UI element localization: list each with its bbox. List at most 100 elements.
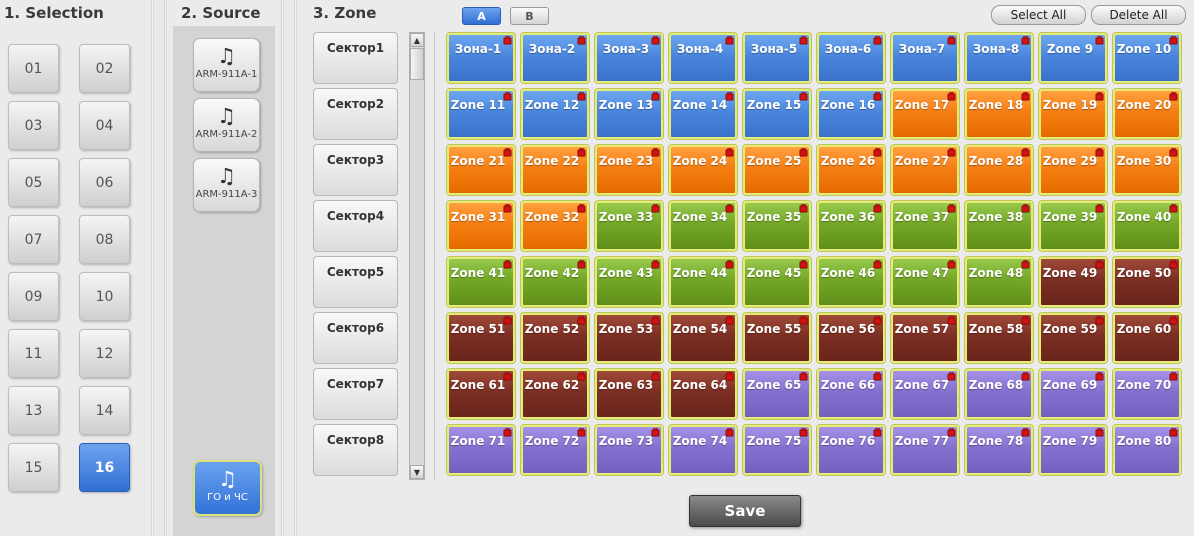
sector-button-5[interactable]: Сектор5 [313,256,398,308]
zone-tile[interactable]: Зона-7 [891,33,959,83]
sector-button-6[interactable]: Сектор6 [313,312,398,364]
zone-tile[interactable]: Zone 77 [891,425,959,475]
zone-tile[interactable]: Zone 9 [1039,33,1107,83]
zone-tile[interactable]: Zone 20 [1113,89,1181,139]
zone-tile[interactable]: Zone 64 [669,369,737,419]
zone-tile[interactable]: Зона-4 [669,33,737,83]
zone-tile[interactable]: Zone 56 [817,313,885,363]
zone-tile[interactable]: Зона-3 [595,33,663,83]
zone-tile[interactable]: Zone 51 [447,313,515,363]
zone-tile[interactable]: Zone 45 [743,257,811,307]
zone-tile[interactable]: Zone 75 [743,425,811,475]
selection-button-14[interactable]: 14 [79,386,130,435]
zone-tile[interactable]: Zone 11 [447,89,515,139]
selection-button-06[interactable]: 06 [79,158,130,207]
zone-tile[interactable]: Zone 71 [447,425,515,475]
zone-tile[interactable]: Zone 80 [1113,425,1181,475]
sector-button-1[interactable]: Сектор1 [313,32,398,84]
zone-tile[interactable]: Zone 18 [965,89,1033,139]
zone-tile[interactable]: Zone 14 [669,89,737,139]
zone-tile[interactable]: Zone 70 [1113,369,1181,419]
zone-tile[interactable]: Zone 69 [1039,369,1107,419]
zone-tile[interactable]: Зона-1 [447,33,515,83]
zone-tile[interactable]: Zone 13 [595,89,663,139]
zone-tile[interactable]: Zone 41 [447,257,515,307]
zone-tile[interactable]: Zone 24 [669,145,737,195]
zone-tile[interactable]: Zone 39 [1039,201,1107,251]
selection-button-02[interactable]: 02 [79,44,130,93]
zone-tile[interactable]: Zone 31 [447,201,515,251]
selection-button-10[interactable]: 10 [79,272,130,321]
selection-button-05[interactable]: 05 [8,158,59,207]
sector-scrollbar[interactable]: ▲ ▼ [409,32,425,480]
zone-tile[interactable]: Zone 57 [891,313,959,363]
zone-tile[interactable]: Zone 42 [521,257,589,307]
selection-button-03[interactable]: 03 [8,101,59,150]
zone-tile[interactable]: Zone 67 [891,369,959,419]
selection-button-15[interactable]: 15 [8,443,59,492]
zone-tile[interactable]: Zone 73 [595,425,663,475]
sector-button-4[interactable]: Сектор4 [313,200,398,252]
zone-tile[interactable]: Zone 29 [1039,145,1107,195]
zone-tile[interactable]: Zone 72 [521,425,589,475]
zone-tile[interactable]: Zone 17 [891,89,959,139]
selection-button-07[interactable]: 07 [8,215,59,264]
zone-tile[interactable]: Зона-5 [743,33,811,83]
source-item-3[interactable]: ♫ ARM-911A-3 [193,158,260,212]
zone-tile[interactable]: Zone 58 [965,313,1033,363]
selection-button-13[interactable]: 13 [8,386,59,435]
scroll-down-icon[interactable]: ▼ [410,465,424,479]
zone-tile[interactable]: Zone 43 [595,257,663,307]
zone-tile[interactable]: Зона-2 [521,33,589,83]
tab-a[interactable]: A [462,7,501,25]
scroll-thumb[interactable] [410,48,424,80]
zone-tile[interactable]: Zone 50 [1113,257,1181,307]
selection-button-12[interactable]: 12 [79,329,130,378]
zone-tile[interactable]: Zone 15 [743,89,811,139]
save-button[interactable]: Save [689,495,801,527]
zone-tile[interactable]: Zone 47 [891,257,959,307]
source-item-active[interactable]: ♫ ГО и ЧС [193,460,262,516]
zone-tile[interactable]: Зона-6 [817,33,885,83]
zone-tile[interactable]: Zone 16 [817,89,885,139]
zone-tile[interactable]: Zone 68 [965,369,1033,419]
zone-tile[interactable]: Zone 52 [521,313,589,363]
zone-tile[interactable]: Zone 61 [447,369,515,419]
zone-tile[interactable]: Zone 23 [595,145,663,195]
selection-button-16[interactable]: 16 [79,443,130,492]
zone-tile[interactable]: Zone 54 [669,313,737,363]
sector-button-8[interactable]: Сектор8 [313,424,398,476]
selection-button-04[interactable]: 04 [79,101,130,150]
zone-tile[interactable]: Zone 35 [743,201,811,251]
zone-tile[interactable]: Zone 21 [447,145,515,195]
zone-tile[interactable]: Zone 12 [521,89,589,139]
zone-tile[interactable]: Zone 22 [521,145,589,195]
selection-button-11[interactable]: 11 [8,329,59,378]
source-item-1[interactable]: ♫ ARM-911A-1 [193,38,260,92]
zone-tile[interactable]: Zone 33 [595,201,663,251]
zone-tile[interactable]: Zone 40 [1113,201,1181,251]
zone-tile[interactable]: Zone 26 [817,145,885,195]
zone-tile[interactable]: Zone 63 [595,369,663,419]
zone-tile[interactable]: Zone 60 [1113,313,1181,363]
zone-tile[interactable]: Zone 78 [965,425,1033,475]
zone-tile[interactable]: Zone 28 [965,145,1033,195]
zone-tile[interactable]: Zone 49 [1039,257,1107,307]
zone-tile[interactable]: Zone 79 [1039,425,1107,475]
zone-tile[interactable]: Zone 46 [817,257,885,307]
zone-tile[interactable]: Zone 59 [1039,313,1107,363]
zone-tile[interactable]: Zone 19 [1039,89,1107,139]
zone-tile[interactable]: Zone 76 [817,425,885,475]
selection-button-09[interactable]: 09 [8,272,59,321]
zone-tile[interactable]: Zone 62 [521,369,589,419]
zone-tile[interactable]: Зона-8 [965,33,1033,83]
sector-button-7[interactable]: Сектор7 [313,368,398,420]
zone-tile[interactable]: Zone 44 [669,257,737,307]
zone-tile[interactable]: Zone 74 [669,425,737,475]
zone-tile[interactable]: Zone 34 [669,201,737,251]
zone-tile[interactable]: Zone 32 [521,201,589,251]
zone-tile[interactable]: Zone 55 [743,313,811,363]
delete-all-button[interactable]: Delete All [1091,5,1186,25]
source-item-2[interactable]: ♫ ARM-911A-2 [193,98,260,152]
zone-tile[interactable]: Zone 30 [1113,145,1181,195]
